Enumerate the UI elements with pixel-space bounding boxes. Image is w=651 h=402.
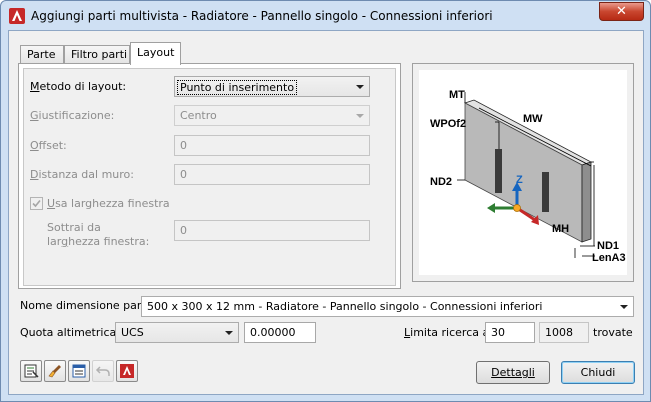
wall-distance-input[interactable]: 0	[174, 164, 370, 185]
help-icon	[120, 364, 134, 378]
catalog-icon	[24, 364, 39, 378]
autocad-logo-icon	[9, 8, 25, 24]
preview-label-mw: MW	[523, 113, 543, 125]
undo-icon	[95, 366, 110, 376]
layout-tab-panel: Metodo di layout: Punto di inserimento G…	[18, 63, 401, 289]
size-name-value: 500 x 300 x 12 mm - Radiatore - Pannello…	[147, 300, 543, 313]
checkmark-icon	[32, 199, 41, 208]
elevation-label: Quota altimetrica:	[20, 326, 120, 339]
preview-frame: MT MW WPOf2 ND2 Z MH ND1 LenA3	[412, 63, 634, 282]
use-window-width-label: Usa larghezza finestra	[47, 197, 170, 210]
preview-label-lena3: LenA3	[592, 252, 626, 264]
subtract-window-width-input[interactable]: 0	[174, 220, 370, 241]
found-label: trovate	[593, 326, 633, 339]
size-name-dropdown[interactable]: 500 x 300 x 12 mm - Radiatore - Pannello…	[141, 296, 634, 317]
radiator-side-face	[581, 161, 592, 243]
tab-filtro-parti[interactable]: Filtro parti	[64, 45, 130, 64]
close-button[interactable]: ✕	[599, 2, 644, 21]
preview-label-nd2: ND2	[430, 176, 452, 188]
properties-button[interactable]	[68, 360, 90, 382]
elevation-input[interactable]: 0.00000	[244, 322, 316, 343]
chevron-down-icon	[225, 331, 233, 335]
offset-label: Offset:	[30, 139, 67, 152]
preview-label-mt: MT	[449, 89, 465, 101]
wall-distance-label: Distanza dal muro:	[30, 168, 134, 181]
details-button-label: Dettagli	[491, 366, 535, 379]
radiator-diagram: MT MW WPOf2 ND2 Z MH ND1 LenA3	[430, 89, 626, 264]
subtract-label-line2: larghezza finestra:	[47, 235, 150, 248]
undo-button[interactable]	[92, 360, 114, 382]
dialog-body: Parte Filtro parti Layout Metodo di layo…	[8, 30, 644, 395]
justification-label: Giustificazione:	[30, 109, 115, 122]
preview-label-wpof2: WPOf2	[430, 118, 466, 130]
layout-method-label: Metodo di layout:	[30, 80, 127, 93]
elevation-reference-dropdown[interactable]: UCS	[115, 322, 239, 343]
paint-brush-icon	[48, 365, 61, 378]
details-button[interactable]: Dettagli	[476, 361, 550, 384]
help-button[interactable]	[116, 360, 138, 382]
dialog-window: Aggiungi parti multivista - Radiatore - …	[0, 0, 651, 402]
chevron-down-icon	[356, 85, 364, 89]
layout-settings-group: Metodo di layout: Punto di inserimento G…	[23, 68, 396, 286]
chevron-down-icon	[356, 114, 364, 118]
close-dialog-button[interactable]: Chiudi	[561, 361, 635, 384]
match-properties-button[interactable]	[44, 360, 66, 382]
justification-dropdown[interactable]: Centro	[174, 105, 370, 126]
radiator-preview: MT MW WPOf2 ND2 Z MH ND1 LenA3	[419, 70, 627, 275]
connector-left	[495, 149, 502, 193]
layout-method-dropdown[interactable]: Punto di inserimento	[174, 76, 370, 97]
search-limit-input[interactable]: 30	[485, 322, 535, 343]
connector-right	[542, 172, 549, 212]
tab-layout[interactable]: Layout	[130, 42, 181, 65]
layout-method-value: Punto di inserimento	[177, 80, 298, 95]
use-window-width-checkbox[interactable]	[30, 197, 43, 210]
found-count: 1008	[539, 322, 589, 343]
size-name-label: Nome dimensione parte:	[20, 299, 157, 312]
justification-value: Centro	[180, 109, 217, 122]
subtract-label-line1: Sottrai da	[47, 221, 101, 234]
preview-label-mh: MH	[552, 223, 569, 235]
preview-label-z: Z	[516, 174, 523, 186]
catalog-button[interactable]	[20, 360, 42, 382]
tab-parte[interactable]: Parte	[20, 45, 64, 64]
search-limit-label: Limita ricerca a:	[404, 326, 493, 339]
offset-input[interactable]: 0	[174, 135, 370, 156]
chevron-down-icon	[620, 305, 628, 309]
elevation-reference-value: UCS	[121, 326, 144, 339]
preview-label-nd1: ND1	[597, 240, 619, 252]
window-title: Aggiungi parti multivista - Radiatore - …	[31, 9, 493, 23]
title-bar[interactable]: Aggiungi parti multivista - Radiatore - …	[1, 1, 650, 31]
properties-icon	[72, 364, 86, 378]
